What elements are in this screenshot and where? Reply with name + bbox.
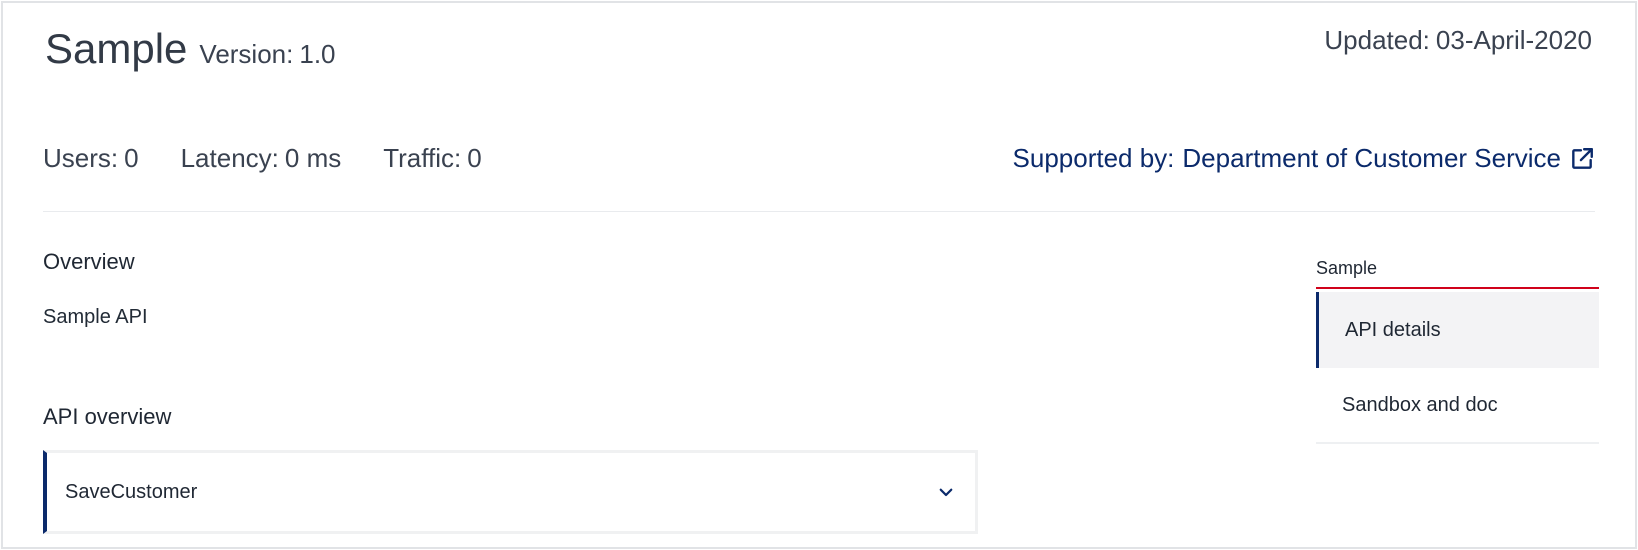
side-nav: Sample API details Sandbox and doc xyxy=(1316,258,1599,444)
overview-text: Sample API xyxy=(43,306,148,328)
page-title: Sample xyxy=(45,25,188,72)
stat-value: 0 xyxy=(124,143,139,173)
divider xyxy=(43,211,1595,212)
stat-traffic: Traffic: 0 xyxy=(383,143,481,174)
updated-value: 03-April-2020 xyxy=(1435,25,1592,55)
stat-label: Users: xyxy=(43,143,119,173)
supported-by-label: Supported by: xyxy=(1012,143,1175,173)
side-nav-title: Sample xyxy=(1316,258,1599,289)
title-row: Sample Version: 1.0 xyxy=(45,25,336,73)
updated-info: Updated: 03-April-2020 xyxy=(1324,25,1592,56)
overview-heading: Overview xyxy=(43,249,135,274)
version-value: 1.0 xyxy=(299,39,336,69)
side-nav-item-label: Sandbox and doc xyxy=(1342,393,1498,416)
side-nav-item-label: API details xyxy=(1345,318,1441,341)
stat-label: Traffic: xyxy=(383,143,462,173)
stat-value: 0 ms xyxy=(284,143,342,173)
side-nav-item-sandbox[interactable]: Sandbox and doc xyxy=(1316,368,1599,444)
supported-by: Supported by: Department of Customer Ser… xyxy=(1013,143,1595,174)
accordion-label: SaveCustomer xyxy=(65,480,198,503)
api-overview-heading: API overview xyxy=(43,404,172,429)
department-link[interactable]: Department of Customer Service xyxy=(1182,143,1561,174)
stat-label: Latency: xyxy=(180,143,279,173)
stats-bar: Users: 0 Latency: 0 ms Traffic: 0 xyxy=(43,143,524,174)
updated-label: Updated: xyxy=(1324,25,1430,55)
api-accordion-savecustomer[interactable]: SaveCustomer xyxy=(43,450,978,534)
side-nav-item-api-details[interactable]: API details xyxy=(1316,292,1599,368)
version-label: Version: xyxy=(199,39,294,69)
stat-value: 0 xyxy=(467,143,482,173)
stat-latency: Latency: 0 ms xyxy=(181,143,342,174)
external-link-icon[interactable] xyxy=(1569,146,1595,172)
stat-users: Users: 0 xyxy=(43,143,139,174)
chevron-down-icon[interactable] xyxy=(937,483,955,501)
page-frame: Sample Version: 1.0 Updated: 03-April-20… xyxy=(1,1,1637,549)
